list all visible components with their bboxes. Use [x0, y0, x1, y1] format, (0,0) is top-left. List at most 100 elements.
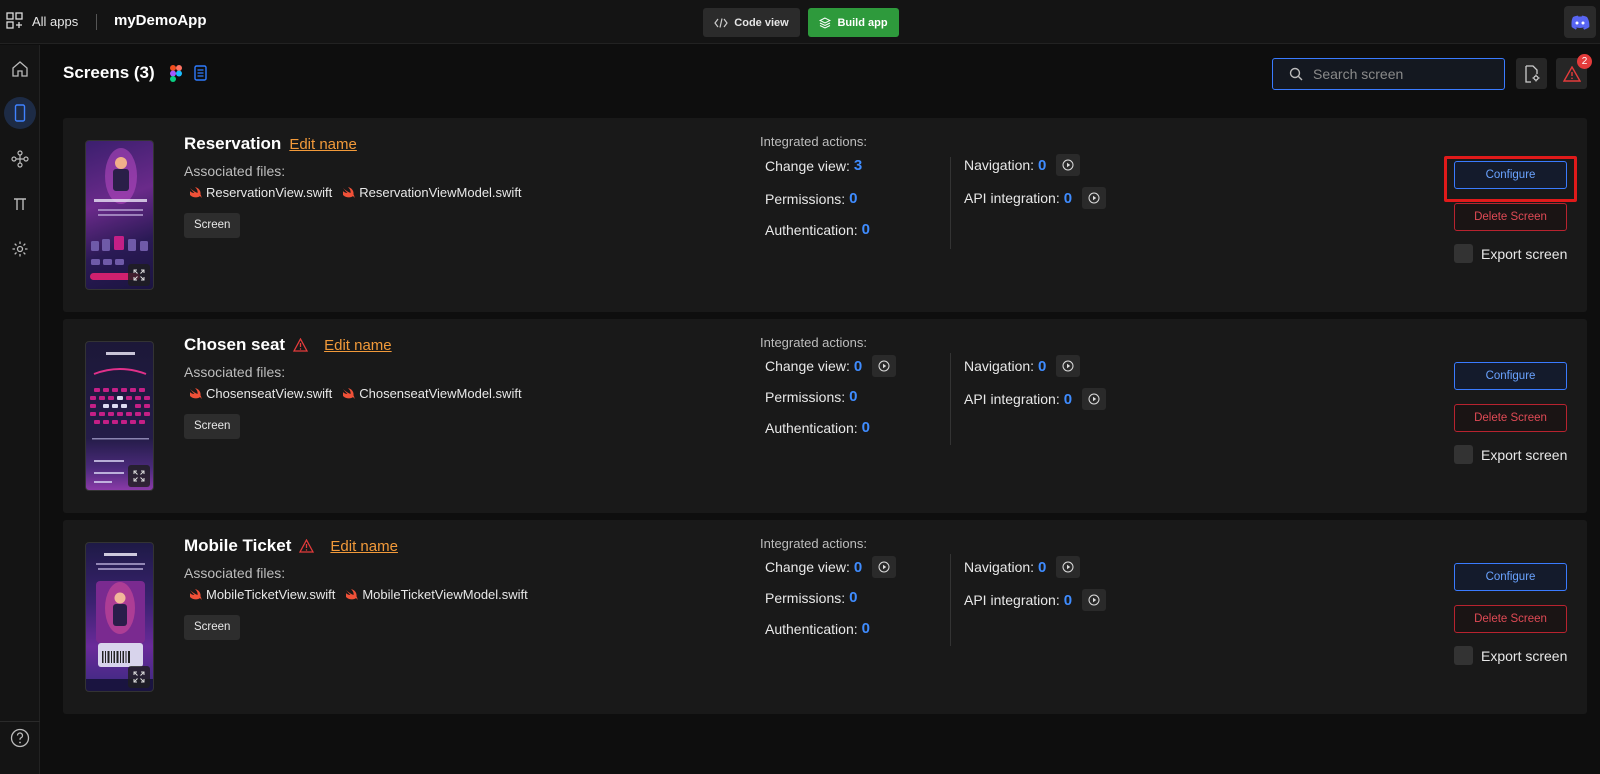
build-app-button[interactable]: Build app	[808, 8, 899, 37]
screen-thumbnail[interactable]	[85, 341, 154, 491]
change-view-count: 0	[853, 558, 863, 576]
associated-files-label: Associated files:	[184, 565, 286, 581]
play-button[interactable]	[1056, 556, 1081, 578]
expand-icon[interactable]	[128, 666, 150, 688]
mobile-screens-icon[interactable]	[4, 97, 36, 129]
search-input[interactable]	[1313, 66, 1493, 82]
play-button[interactable]	[872, 556, 897, 578]
configure-button[interactable]: Configure	[1454, 161, 1567, 189]
code-view-button[interactable]: Code view	[703, 8, 800, 37]
swift-icon	[190, 186, 202, 198]
permissions-stat: Permissions: 0	[765, 388, 857, 405]
file-item[interactable]: MobileTicketViewModel.swift	[345, 587, 528, 602]
divider	[96, 14, 97, 30]
play-icon	[1088, 594, 1100, 606]
screen-settings-button[interactable]	[1516, 58, 1547, 89]
discord-button[interactable]	[1564, 6, 1596, 38]
screen-thumbnail[interactable]	[85, 140, 154, 290]
configure-button[interactable]: Configure	[1454, 362, 1567, 390]
edit-name-link[interactable]: Edit name	[330, 538, 398, 555]
file-name: ChosenseatView.swift	[206, 386, 333, 401]
pi-icon[interactable]	[9, 193, 31, 215]
expand-icon[interactable]	[128, 465, 150, 487]
api-integration-count: 0	[1063, 390, 1073, 408]
apps-grid-icon	[6, 12, 23, 29]
play-button[interactable]	[1082, 589, 1107, 611]
help-icon[interactable]	[9, 727, 31, 749]
permissions-stat: Permissions: 0	[765, 589, 857, 606]
navigation-stat: Navigation: 0	[964, 556, 1081, 578]
export-screen-checkbox[interactable]: Export screen	[1454, 445, 1567, 464]
document-icon[interactable]	[194, 65, 207, 84]
permissions-count: 0	[849, 190, 858, 207]
stats-divider	[950, 554, 951, 646]
configure-button[interactable]: Configure	[1454, 563, 1567, 591]
swift-icon	[190, 387, 202, 399]
figma-icon[interactable]	[170, 65, 182, 85]
delete-screen-button[interactable]: Delete Screen	[1454, 404, 1567, 432]
export-screen-checkbox[interactable]: Export screen	[1454, 646, 1567, 665]
api-integration-count: 0	[1063, 591, 1073, 609]
screen-card-mobile-ticket: Mobile Ticket Edit name Associated files…	[63, 520, 1587, 714]
app-name: myDemoApp	[114, 12, 207, 29]
play-button[interactable]	[1082, 388, 1107, 410]
file-item[interactable]: ChosenseatView.swift	[189, 386, 332, 401]
change-view-label: Change view:	[765, 358, 850, 374]
code-icon	[714, 17, 729, 28]
file-list: ChosenseatView.swift ChosenseatViewModel…	[189, 386, 522, 401]
warning-icon	[1562, 65, 1581, 82]
change-view-label: Change view:	[765, 559, 850, 575]
play-button[interactable]	[872, 355, 897, 377]
screen-name: Mobile Ticket	[184, 536, 292, 555]
permissions-count: 0	[849, 388, 858, 405]
stats-divider	[950, 353, 951, 445]
permissions-count: 0	[849, 589, 858, 606]
play-button[interactable]	[1082, 187, 1107, 209]
play-button[interactable]	[1056, 355, 1081, 377]
search-icon	[1289, 67, 1303, 81]
screen-card-reservation: Reservation Edit name Associated files: …	[63, 118, 1587, 312]
file-item[interactable]: ReservationViewModel.swift	[342, 185, 522, 200]
checkbox[interactable]	[1454, 244, 1473, 263]
checkbox[interactable]	[1454, 646, 1473, 665]
file-gear-icon	[1524, 64, 1539, 83]
authentication-label: Authentication:	[765, 221, 858, 238]
delete-screen-button[interactable]: Delete Screen	[1454, 203, 1567, 231]
authentication-count: 0	[861, 620, 870, 637]
delete-screen-button[interactable]: Delete Screen	[1454, 605, 1567, 633]
all-apps-link[interactable]: All apps	[6, 12, 78, 30]
top-bar: All apps myDemoApp Code view Build app	[0, 0, 1600, 44]
sidebar	[0, 45, 40, 774]
alert-count-badge: 2	[1577, 54, 1592, 69]
api-integration-stat: API integration: 0	[964, 388, 1107, 410]
search-box[interactable]	[1272, 58, 1505, 90]
file-list: ReservationView.swift ReservationViewMod…	[189, 185, 522, 200]
export-screen-checkbox[interactable]: Export screen	[1454, 244, 1567, 263]
play-icon	[1062, 360, 1074, 372]
play-icon	[1088, 393, 1100, 405]
authentication-stat: Authentication: 0	[765, 221, 870, 238]
expand-icon[interactable]	[128, 264, 150, 286]
gear-icon[interactable]	[9, 238, 31, 260]
screen-thumbnail[interactable]	[85, 542, 154, 692]
file-item[interactable]: ChosenseatViewModel.swift	[342, 386, 522, 401]
change-view-label: Change view:	[765, 157, 850, 174]
edit-name-link[interactable]: Edit name	[289, 136, 357, 153]
file-name: MobileTicketView.swift	[206, 587, 336, 602]
authentication-stat: Authentication: 0	[765, 620, 870, 637]
play-button[interactable]	[1056, 154, 1081, 176]
file-item[interactable]: ReservationView.swift	[189, 185, 332, 200]
navigation-count: 0	[1038, 156, 1047, 174]
play-icon	[878, 360, 890, 372]
integrated-actions-label: Integrated actions:	[760, 335, 867, 350]
integrations-icon[interactable]	[9, 148, 31, 170]
navigation-label: Navigation:	[964, 559, 1035, 575]
edit-name-link[interactable]: Edit name	[324, 337, 392, 354]
stats-divider	[950, 157, 951, 249]
file-item[interactable]: MobileTicketView.swift	[189, 587, 335, 602]
home-icon[interactable]	[9, 58, 31, 80]
checkbox[interactable]	[1454, 445, 1473, 464]
sidebar-divider	[0, 721, 40, 722]
change-view-stat: Change view: 0	[765, 556, 897, 578]
navigation-count: 0	[1038, 558, 1047, 576]
